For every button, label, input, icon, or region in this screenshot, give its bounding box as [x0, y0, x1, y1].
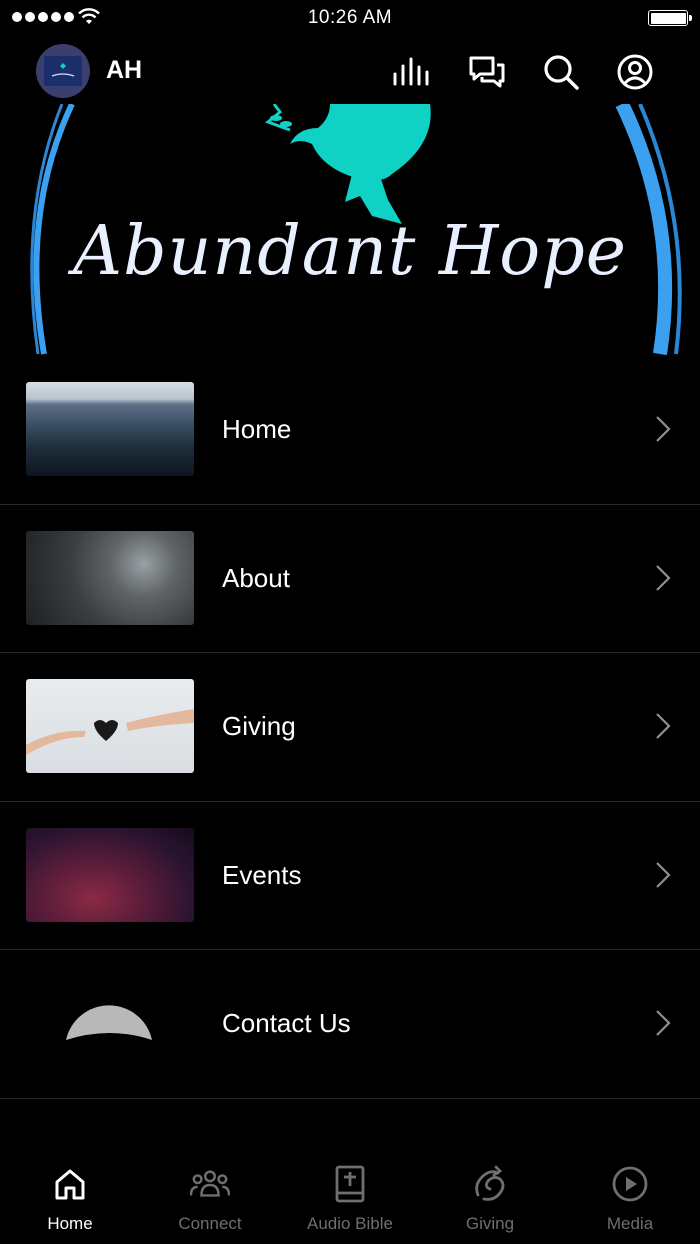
- stars-image: [26, 530, 194, 625]
- status-time: 10:26 AM: [307, 7, 393, 28]
- audio-bars-icon[interactable]: [392, 52, 432, 92]
- app-header: AH: [0, 42, 700, 100]
- menu-item-events[interactable]: Events: [0, 802, 700, 951]
- dove-logo-icon: [51, 63, 75, 77]
- menu-item-label: Contact Us: [222, 1008, 351, 1039]
- bible-icon: [330, 1164, 370, 1204]
- people-icon: [190, 1164, 230, 1204]
- tab-giving[interactable]: Giving: [420, 1148, 560, 1244]
- tab-label: Connect: [178, 1214, 242, 1233]
- menu-item-giving[interactable]: Giving: [0, 653, 700, 802]
- ocean-image: [26, 382, 194, 476]
- avatar-logo: [44, 56, 82, 86]
- menu-item-about[interactable]: About: [0, 505, 700, 654]
- tab-audio-bible[interactable]: Audio Bible: [280, 1148, 420, 1244]
- church-banner: Abundant Hope: [0, 104, 700, 356]
- menu-list: Home About Giving Events Contact Us: [0, 356, 700, 1099]
- tab-label: Giving: [465, 1214, 515, 1233]
- tab-label: Home: [47, 1214, 93, 1233]
- menu-item-label: Giving: [222, 711, 296, 742]
- menu-item-label: Events: [222, 859, 302, 890]
- account-icon[interactable]: [615, 52, 655, 92]
- battery-icon: [648, 10, 692, 26]
- chevron-right-icon: [656, 713, 671, 739]
- chat-icon[interactable]: [467, 52, 507, 92]
- tab-home[interactable]: Home: [0, 1148, 140, 1244]
- search-icon[interactable]: [541, 52, 581, 92]
- giving-icon: [470, 1164, 510, 1204]
- church-avatar[interactable]: [36, 44, 90, 98]
- chevron-right-icon: [656, 416, 671, 442]
- tab-bar: Home Connect Audio Bible Giving Media: [0, 1148, 700, 1244]
- menu-item-label: Home: [222, 414, 292, 444]
- moon-image: [26, 976, 194, 1071]
- menu-item-label: About: [222, 562, 290, 593]
- tab-connect[interactable]: Connect: [140, 1148, 280, 1244]
- menu-item-home[interactable]: Home: [0, 356, 700, 505]
- hands-heart-image: [26, 679, 194, 774]
- menu-item-contact-us[interactable]: Contact Us: [0, 950, 700, 1099]
- status-bar: 10:26 AM: [0, 0, 700, 36]
- tab-label: Media: [606, 1214, 654, 1233]
- app-initials: AH: [106, 56, 143, 84]
- home-icon: [50, 1164, 90, 1204]
- banner-title: Abundant Hope: [72, 212, 628, 291]
- dove-icon: [265, 104, 431, 224]
- tab-label: Audio Bible: [306, 1214, 393, 1233]
- galaxy-image: [26, 827, 194, 922]
- chevron-right-icon: [656, 862, 671, 888]
- chevron-right-icon: [656, 564, 671, 591]
- play-icon: [610, 1164, 650, 1204]
- tab-media[interactable]: Media: [560, 1148, 700, 1244]
- chevron-right-icon: [656, 1010, 671, 1037]
